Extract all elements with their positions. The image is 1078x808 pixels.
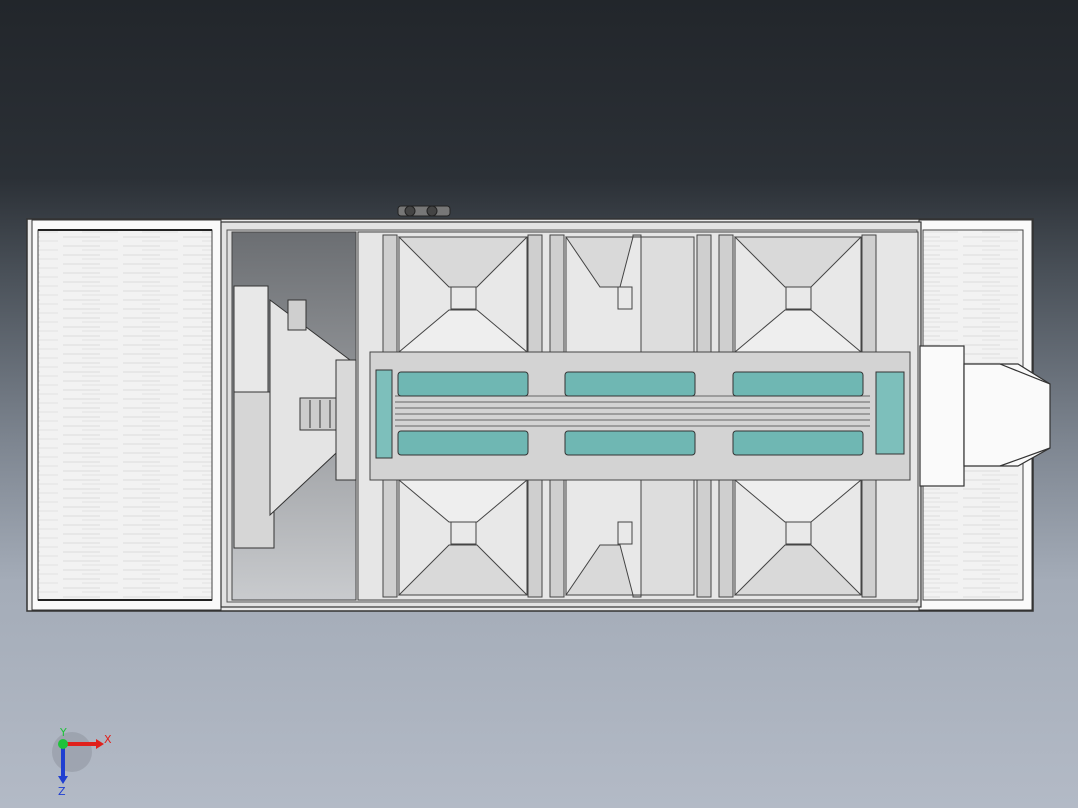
x-arrow-head: [96, 739, 104, 749]
y-axis-label: Y: [59, 726, 67, 739]
cad-viewport[interactable]: X Y Z: [0, 0, 1078, 808]
pneumatic-fitting[interactable]: [397, 205, 451, 217]
top-bins[interactable]: [397, 236, 863, 353]
cad-model-view[interactable]: X Y Z: [0, 0, 1078, 808]
z-arrow-head: [58, 776, 68, 784]
orientation-triad[interactable]: X Y Z: [52, 726, 112, 798]
left-cover-panel[interactable]: [31, 219, 222, 611]
y-axis-dot: [58, 739, 68, 749]
z-axis-label: Z: [58, 785, 66, 798]
x-axis-label: X: [104, 733, 112, 746]
bottom-bins[interactable]: [397, 479, 863, 596]
feeder-assembly[interactable]: [231, 231, 357, 601]
conveyor-section[interactable]: [369, 351, 911, 481]
machine-assembly[interactable]: [26, 205, 1051, 612]
sorting-module[interactable]: [357, 231, 919, 601]
